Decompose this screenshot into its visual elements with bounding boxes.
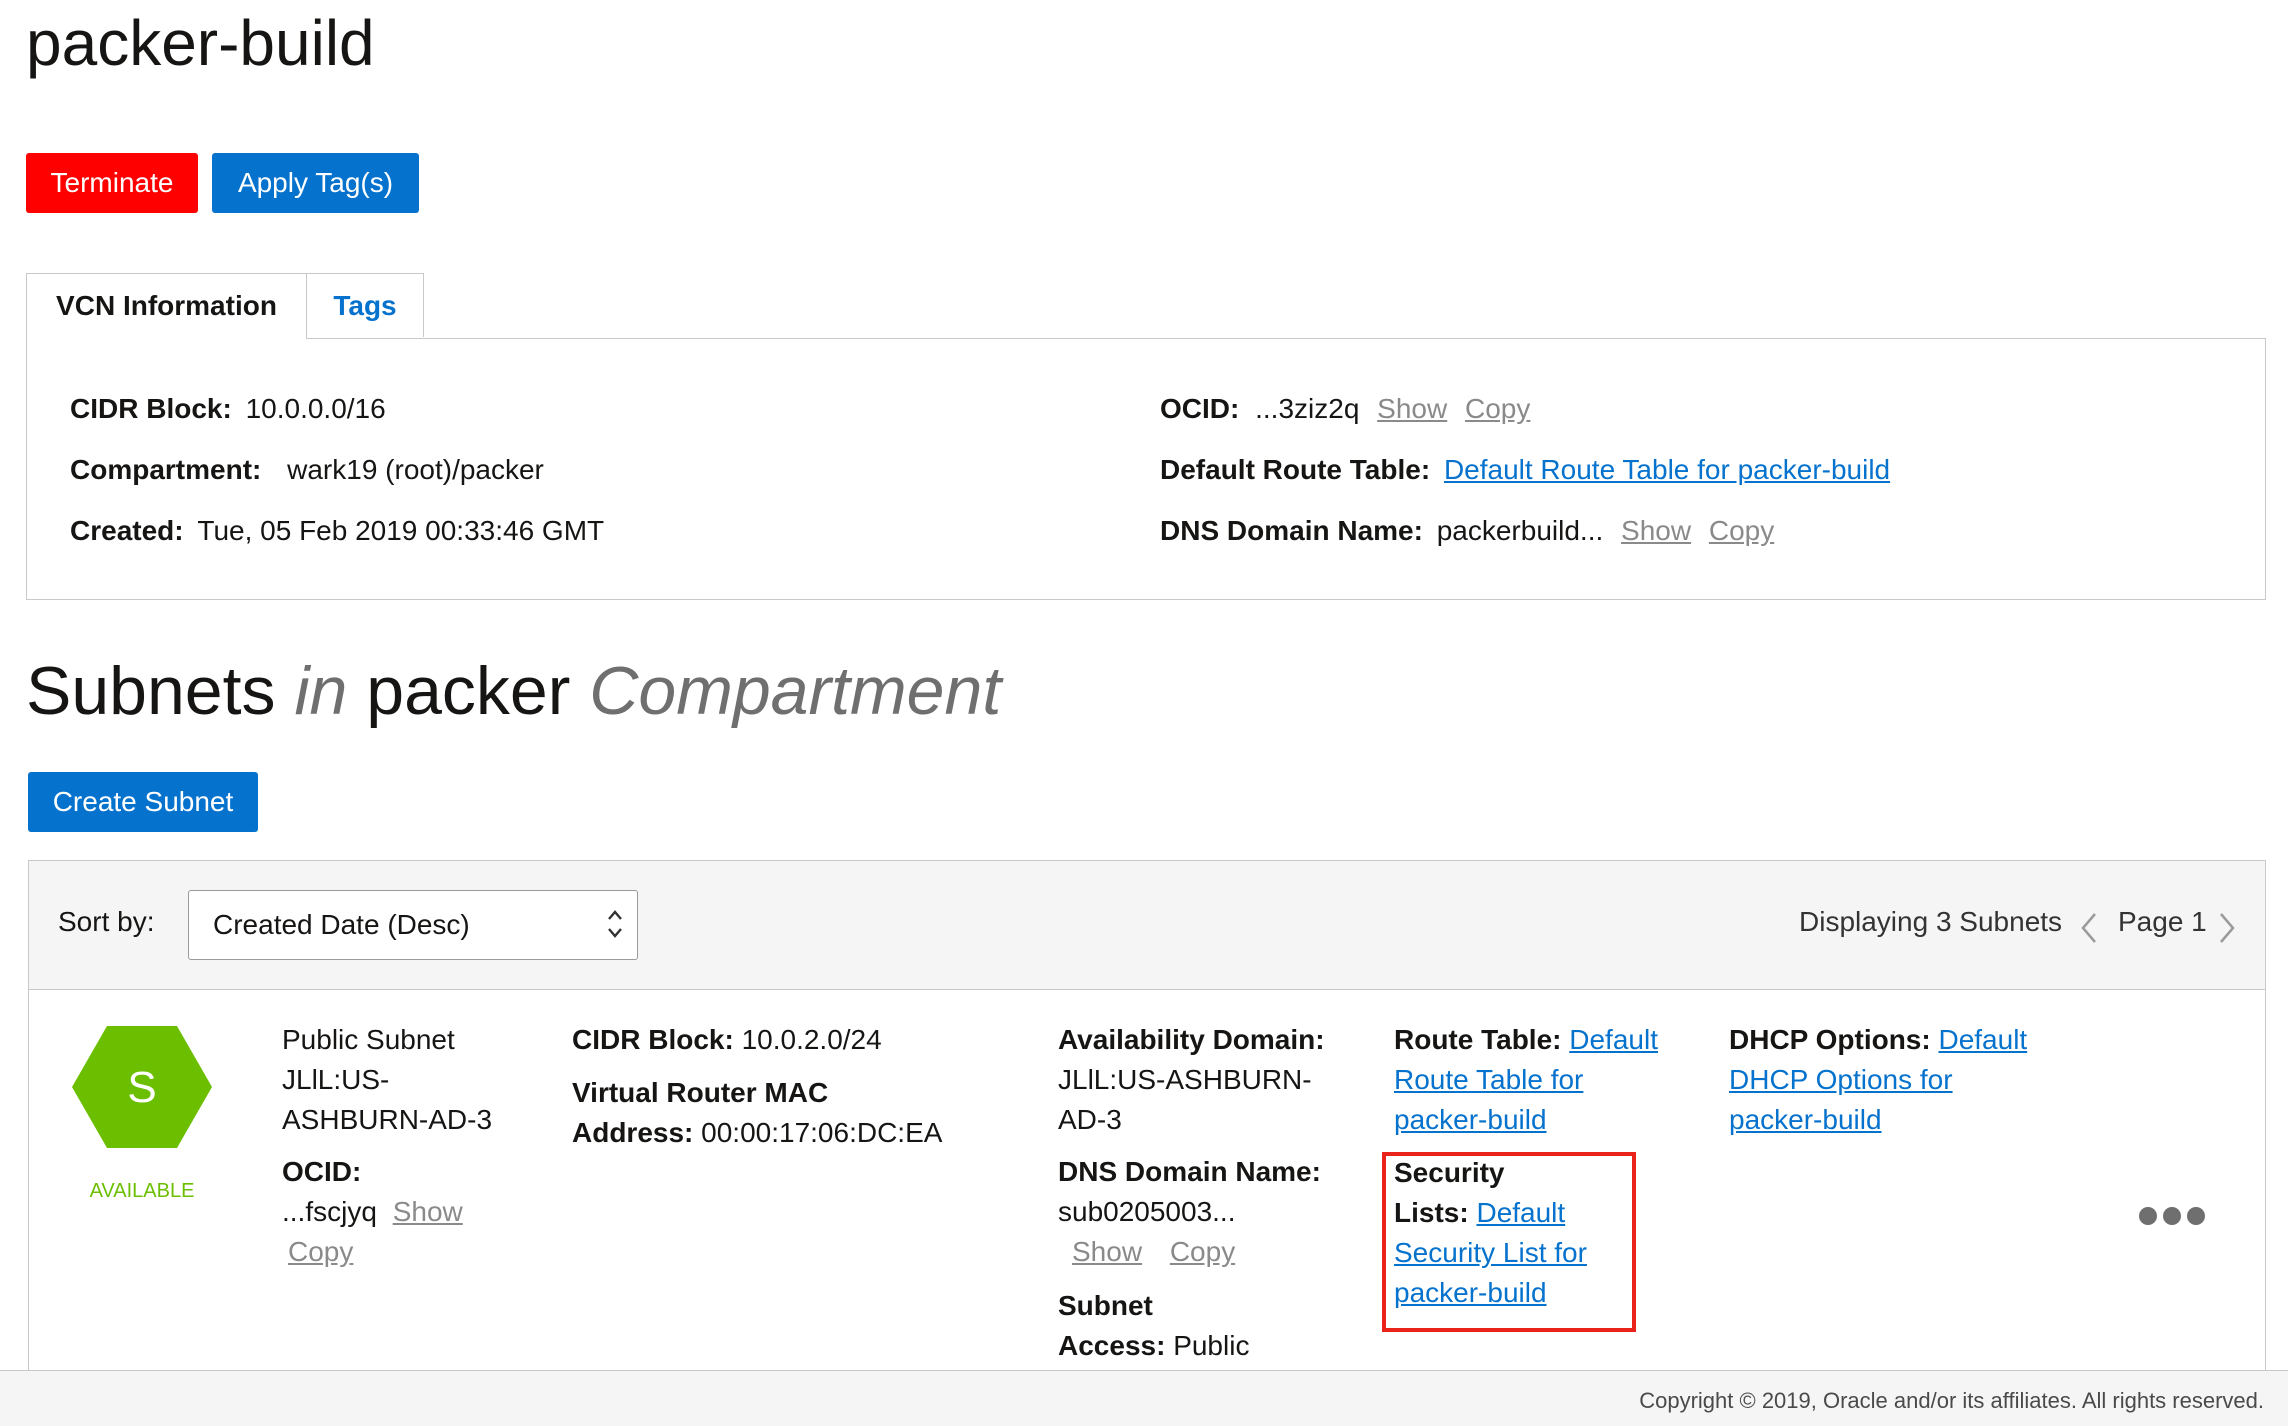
subnet-dhcp-link-3[interactable]: packer-build	[1729, 1104, 1882, 1135]
select-arrows-icon	[608, 910, 622, 938]
subnet-ocid-value: ...fscjyq	[282, 1196, 377, 1227]
subnet-ocid: OCID: ...fscjyq Show Copy	[282, 1152, 463, 1272]
subnet-dns-show-link[interactable]: Show	[1072, 1236, 1142, 1267]
tab-tags[interactable]: Tags	[306, 273, 424, 337]
more-actions-icon[interactable]	[2138, 1206, 2206, 1226]
title-compartment: Compartment	[589, 653, 1002, 729]
apply-tags-button[interactable]: Apply Tag(s)	[212, 153, 419, 213]
subnet-mac-label-2: Address:	[572, 1117, 694, 1148]
subnets-section-title: Subnets in packer Compartment	[26, 652, 1001, 730]
subnet-access-value: Public	[1173, 1330, 1250, 1361]
page-title: packer-build	[26, 7, 375, 79]
terminate-button[interactable]: Terminate	[26, 153, 198, 213]
created-value: Tue, 05 Feb 2019 00:33:46 GMT	[197, 515, 605, 546]
vcn-created-row: Created: Tue, 05 Feb 2019 00:33:46 GMT	[70, 511, 604, 551]
dns-label: DNS Domain Name:	[1160, 515, 1423, 546]
subnet-cidr-label: CIDR Block:	[572, 1024, 734, 1055]
ocid-label: OCID:	[1160, 393, 1240, 424]
subnet-cidr-value: 10.0.2.0/24	[741, 1024, 882, 1055]
subnet-ocid-show-link[interactable]: Show	[393, 1196, 463, 1227]
vcn-dns-row: DNS Domain Name: packerbuild... Show Cop…	[1160, 511, 1774, 551]
dns-value: packerbuild...	[1436, 515, 1604, 546]
vcn-route-row: Default Route Table: Default Route Table…	[1160, 450, 1890, 490]
ocid-show-link[interactable]: Show	[1377, 393, 1447, 424]
subnet-ad-label: Availability Domain:	[1058, 1024, 1325, 1055]
subnet-route-link-1[interactable]: Default	[1569, 1024, 1658, 1055]
cidr-label: CIDR Block:	[70, 393, 232, 424]
default-route-label: Default Route Table:	[1160, 454, 1431, 485]
sort-select-value: Created Date (Desc)	[213, 909, 470, 940]
subnet-mac: Virtual Router MAC Address: 00:00:17:06:…	[572, 1073, 942, 1153]
subnet-mac-value: 00:00:17:06:DC:EA	[701, 1117, 943, 1148]
subnet-dhcp-link-1[interactable]: Default	[1938, 1024, 2027, 1055]
footer-copyright: Copyright © 2019, Oracle and/or its affi…	[1639, 1388, 2264, 1413]
created-label: Created:	[70, 515, 184, 546]
vcn-cidr-row: CIDR Block: 10.0.0.0/16	[70, 389, 386, 429]
subnet-dhcp-link-2[interactable]: DHCP Options for	[1729, 1064, 1953, 1095]
sort-label: Sort by:	[58, 906, 155, 937]
displaying-count: Displaying 3 Subnets	[1799, 906, 2063, 937]
subnet-ocid-copy-link[interactable]: Copy	[288, 1236, 353, 1267]
sort-select[interactable]: Created Date (Desc)	[188, 890, 638, 960]
tab-vcn-information[interactable]: VCN Information	[26, 273, 307, 339]
subnet-dhcp-label: DHCP Options:	[1729, 1024, 1931, 1055]
highlight-box	[1382, 1152, 1636, 1332]
subnet-dns-copy-link[interactable]: Copy	[1170, 1236, 1235, 1267]
subnet-dns-label: DNS Domain Name:	[1058, 1156, 1321, 1187]
subnet-dhcp-options: DHCP Options: Default DHCP Options for p…	[1729, 1020, 2027, 1140]
page-indicator: Page 1	[2118, 906, 2207, 937]
subnet-dns-value: sub0205003...	[1058, 1196, 1236, 1227]
subnet-cidr: CIDR Block: 10.0.2.0/24	[572, 1020, 882, 1060]
subnet-ad-value-2: AD-3	[1058, 1104, 1122, 1135]
vcn-compartment-row: Compartment: wark19 (root)/packer	[70, 450, 544, 490]
subnet-name[interactable]: Public Subnet JLlL:US- ASHBURN-AD-3	[282, 1020, 492, 1140]
subnet-access: Subnet Access: Public	[1058, 1286, 1249, 1366]
prev-page-icon[interactable]	[2080, 912, 2098, 944]
title-compartment-name: packer	[366, 653, 571, 729]
subnet-ad-value-1: JLlL:US-ASHBURN-	[1058, 1064, 1312, 1095]
title-subnets: Subnets	[26, 653, 276, 729]
dns-show-link[interactable]: Show	[1621, 515, 1691, 546]
subnet-route-link-3[interactable]: packer-build	[1394, 1104, 1547, 1135]
next-page-icon[interactable]	[2218, 912, 2236, 944]
vcn-ocid-row: OCID: ...3ziz2q Show Copy	[1160, 389, 1530, 429]
subnet-route-table: Route Table: Default Route Table for pac…	[1394, 1020, 1658, 1140]
subnet-status-hexagon-icon: S	[72, 1026, 212, 1148]
title-in: in	[294, 653, 348, 729]
subnet-route-link-2[interactable]: Route Table for	[1394, 1064, 1583, 1095]
subnet-name-line-3: ASHBURN-AD-3	[282, 1104, 493, 1135]
subnet-mac-label-1: Virtual Router MAC	[572, 1077, 829, 1108]
subnet-name-line-2: JLlL:US-	[282, 1064, 390, 1095]
subnet-access-label-2: Access:	[1058, 1330, 1166, 1361]
compartment-label: Compartment:	[70, 454, 262, 485]
subnet-access-label-1: Subnet	[1058, 1290, 1153, 1321]
subnet-ocid-label: OCID:	[282, 1156, 362, 1187]
subnet-icon-letter: S	[127, 1063, 156, 1112]
subnet-dns: DNS Domain Name: sub0205003... Show Copy	[1058, 1152, 1321, 1272]
create-subnet-button[interactable]: Create Subnet	[28, 772, 258, 832]
cidr-value: 10.0.0.0/16	[245, 393, 386, 424]
compartment-value: wark19 (root)/packer	[287, 454, 544, 485]
subnet-name-line-1: Public Subnet	[282, 1024, 455, 1055]
subnet-status-label: AVAILABLE	[89, 1180, 195, 1202]
ocid-copy-link[interactable]: Copy	[1465, 393, 1530, 424]
ocid-value: ...3ziz2q	[1255, 393, 1360, 424]
dns-copy-link[interactable]: Copy	[1709, 515, 1774, 546]
subnet-route-label: Route Table:	[1394, 1024, 1562, 1055]
default-route-link[interactable]: Default Route Table for packer-build	[1444, 454, 1890, 485]
subnet-ad: Availability Domain: JLlL:US-ASHBURN- AD…	[1058, 1020, 1325, 1140]
